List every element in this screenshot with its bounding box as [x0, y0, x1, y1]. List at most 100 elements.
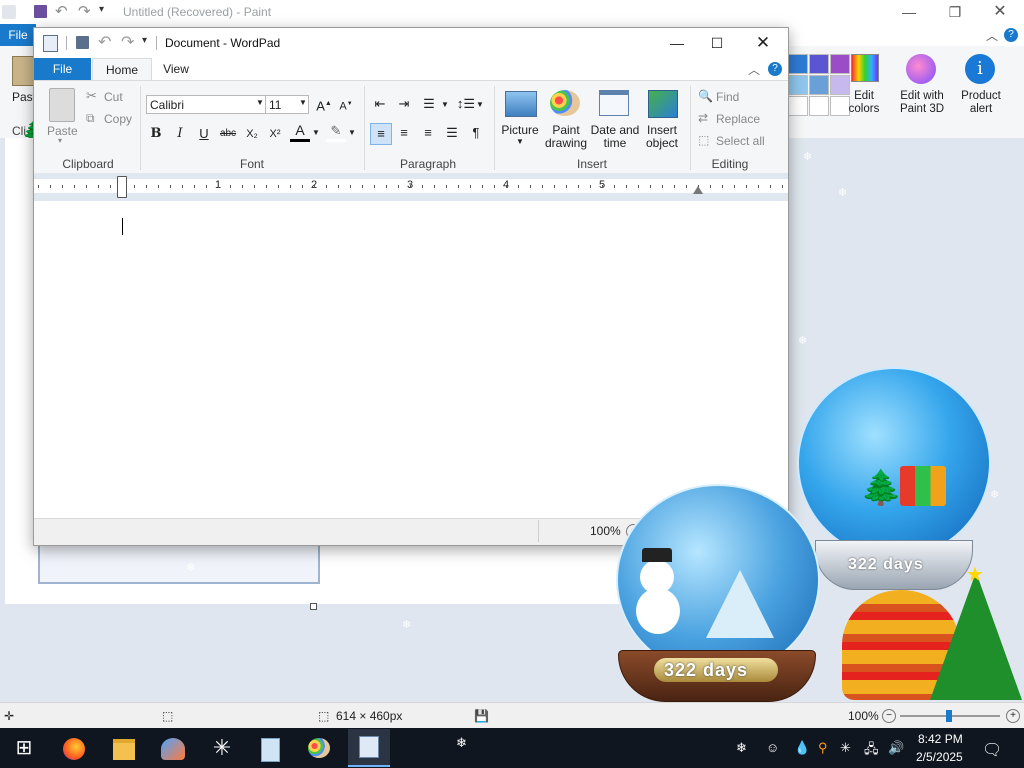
line-spacing-icon[interactable]: ↕☰	[456, 94, 476, 114]
underline-button[interactable]: U	[194, 124, 214, 144]
paint-file-tab[interactable]: File	[0, 24, 36, 46]
star-tray-icon[interactable]: ✳	[840, 740, 851, 756]
info-icon[interactable]: i	[965, 54, 995, 84]
subscript-button[interactable]: X₂	[242, 124, 262, 144]
picture-button[interactable]: Picture	[496, 124, 544, 137]
highlight-color-icon[interactable]: ✎	[326, 122, 346, 142]
text-color-icon[interactable]: A	[290, 122, 310, 142]
bold-button[interactable]: B	[146, 124, 166, 144]
line-spacing-dropdown-icon[interactable]: ▼	[476, 100, 484, 109]
italic-button[interactable]: I	[170, 124, 190, 144]
paint-qat-dropdown-icon[interactable]: ▾	[99, 4, 104, 15]
network-icon[interactable]: 🖧	[864, 740, 879, 762]
wordpad-undo-icon[interactable]: ↶	[98, 32, 111, 52]
wordpad-file-tab[interactable]: File	[34, 58, 91, 80]
firefox-icon[interactable]	[56, 733, 92, 763]
tab-view[interactable]: View	[150, 58, 202, 80]
snowflake-tray-icon[interactable]: ❄	[736, 740, 747, 756]
palette-color-8[interactable]	[809, 96, 829, 116]
wordpad-qat-dropdown-icon[interactable]: ▾	[142, 35, 147, 46]
tab-home[interactable]: Home	[92, 58, 152, 81]
wordpad-app-icon[interactable]	[43, 35, 58, 52]
palette-color-2[interactable]	[809, 54, 829, 74]
wordpad-taskbar-icon[interactable]	[348, 729, 390, 767]
paint-taskbar-icon[interactable]	[301, 733, 337, 763]
product-alert-button[interactable]: Product alert	[956, 90, 1006, 116]
wordpad-maximize-button[interactable]: ☐	[694, 32, 740, 54]
paint-palette-icon[interactable]	[550, 90, 580, 116]
align-center-button[interactable]: ≡	[394, 123, 414, 143]
water-drop-tray-icon[interactable]: 💧	[794, 740, 810, 756]
picture-icon[interactable]	[505, 91, 537, 117]
volume-icon[interactable]: 🔊	[888, 740, 904, 756]
clock-time[interactable]: 8:42 PM	[918, 732, 963, 746]
people-app-icon[interactable]	[155, 733, 191, 763]
insert-object-button[interactable]: Insert object	[638, 124, 686, 150]
paste-button[interactable]: Paste	[47, 124, 78, 138]
snowflake-tray-icon[interactable]: ❄	[456, 735, 467, 751]
increase-indent-icon[interactable]: ⇥	[394, 94, 414, 114]
snowflake-app-icon[interactable]: ✳	[204, 733, 240, 763]
wordpad-redo-icon[interactable]: ↷	[121, 32, 134, 52]
align-left-button[interactable]: ≡	[370, 123, 392, 145]
file-explorer-icon[interactable]	[106, 733, 142, 763]
notepad-icon[interactable]	[252, 733, 288, 763]
date-and-time-button[interactable]: Date and time	[590, 124, 640, 150]
wordpad-collapse-ribbon-icon[interactable]: ︿	[748, 61, 760, 78]
paragraph-settings-icon[interactable]: ¶	[466, 123, 486, 143]
strikethrough-button[interactable]: abc	[218, 124, 238, 144]
paint-drawing-button[interactable]: Paint drawing	[541, 124, 591, 150]
replace-icon[interactable]: ⇄	[698, 111, 708, 125]
palette-color-4[interactable]	[788, 75, 808, 95]
edit-with-paint-3d-button[interactable]: Edit with Paint 3D	[896, 90, 948, 116]
superscript-button[interactable]: X²	[265, 124, 285, 144]
text-color-dropdown-icon[interactable]: ▼	[312, 128, 320, 137]
palette-color-7[interactable]	[788, 96, 808, 116]
paint-help-icon[interactable]: ?	[1004, 28, 1018, 42]
paint-save-icon[interactable]	[34, 5, 47, 18]
wordpad-help-icon[interactable]: ?	[768, 62, 782, 76]
align-right-button[interactable]: ≡	[418, 123, 438, 143]
shrink-font-icon[interactable]: A▼	[336, 94, 356, 114]
paint-undo-icon[interactable]: ↶	[55, 2, 68, 20]
decrease-indent-icon[interactable]: ⇤	[370, 94, 390, 114]
palette-color-5[interactable]	[809, 75, 829, 95]
font-family-select[interactable]: Calibri	[146, 95, 266, 114]
paste-dropdown-icon[interactable]: ▾	[58, 136, 62, 145]
palette-color-3[interactable]	[830, 54, 850, 74]
windows-start-icon[interactable]: ⊞	[6, 733, 42, 763]
justify-button[interactable]: ☰	[442, 123, 462, 143]
edit-colors-button[interactable]: Edit colors	[846, 90, 882, 116]
picture-dropdown-icon[interactable]: ▼	[516, 137, 524, 146]
select-all-icon[interactable]: ⬚	[698, 133, 709, 147]
right-indent-marker[interactable]	[693, 186, 703, 194]
paint-minimize-button[interactable]: —	[886, 2, 932, 22]
select-all-button[interactable]: Select all	[716, 134, 765, 148]
palette-color-1[interactable]	[788, 54, 808, 74]
paint-3d-icon[interactable]	[906, 54, 936, 84]
wordpad-close-button[interactable]: ✕	[740, 32, 786, 54]
insert-object-icon[interactable]	[648, 90, 678, 118]
paint-paste-icon[interactable]	[12, 56, 34, 86]
grow-font-icon[interactable]: A▲	[314, 94, 334, 114]
left-indent-marker[interactable]	[117, 176, 127, 198]
clock-date[interactable]: 2/5/2025	[916, 750, 963, 764]
edit-colors-icon[interactable]	[851, 54, 879, 82]
people-tray-icon[interactable]: ☺	[766, 740, 779, 755]
bullet-list-icon[interactable]: ☰	[419, 94, 439, 114]
replace-button[interactable]: Replace	[716, 112, 760, 126]
canvas-resize-handle[interactable]	[310, 603, 317, 610]
find-button[interactable]: Find	[716, 90, 739, 104]
document-editor[interactable]	[34, 201, 788, 517]
cut-button[interactable]: Cut	[104, 90, 123, 104]
paint-zoom-out-icon[interactable]: −	[882, 709, 896, 723]
highlight-dropdown-icon[interactable]: ▼	[348, 128, 356, 137]
copy-button[interactable]: Copy	[104, 112, 132, 126]
paint-collapse-ribbon-icon[interactable]: ︿	[986, 27, 998, 44]
paste-icon[interactable]	[49, 88, 75, 122]
find-icon[interactable]: 🔍	[698, 89, 713, 103]
paint-zoom-in-icon[interactable]: +	[1006, 709, 1020, 723]
paint-maximize-button[interactable]: ❐	[932, 2, 978, 22]
calendar-clock-icon[interactable]	[599, 90, 629, 116]
bullet-list-dropdown-icon[interactable]: ▼	[441, 100, 449, 109]
